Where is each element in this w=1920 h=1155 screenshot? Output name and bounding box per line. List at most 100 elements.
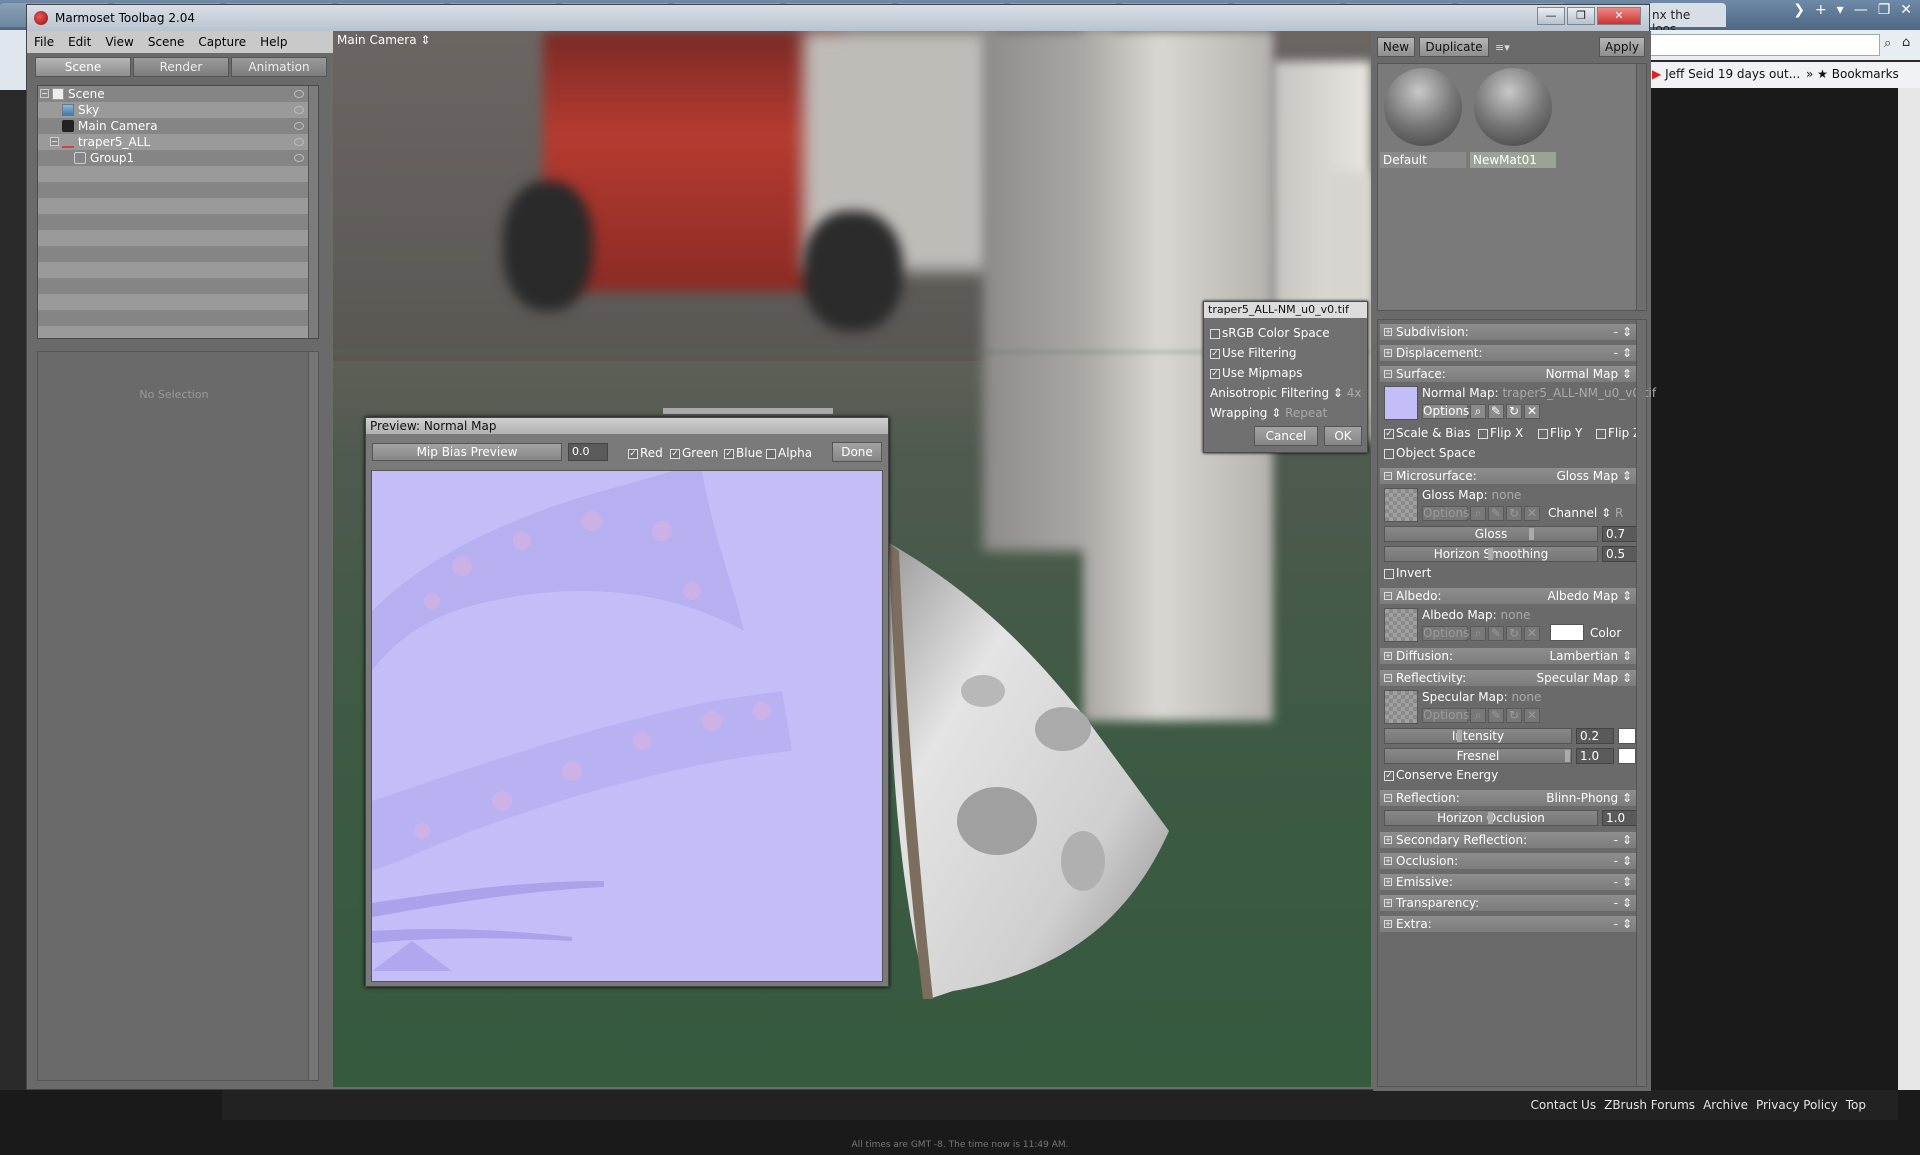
footer-link-archive[interactable]: Archive (1703, 1098, 1748, 1112)
gloss-slider[interactable]: Gloss (1384, 526, 1598, 542)
clear-icon[interactable]: ✕ (1524, 506, 1540, 521)
magnify-icon[interactable]: ⌕ (1470, 708, 1486, 723)
restore-icon[interactable]: ❐ (1878, 2, 1891, 18)
menu-help[interactable]: Help (253, 31, 294, 53)
specular-options-button[interactable]: Options (1422, 708, 1469, 723)
menu-view[interactable]: View (98, 31, 140, 53)
properties-scrollbar[interactable] (1636, 320, 1646, 1086)
horizon-occlusion-slider[interactable]: Horizon Occlusion (1384, 810, 1598, 826)
invert-checkbox[interactable]: Invert (1384, 566, 1431, 580)
channel-red-checkbox[interactable]: ✓ Red (628, 446, 663, 460)
reload-icon[interactable]: ↻ (1506, 708, 1522, 723)
url-input[interactable] (1648, 34, 1880, 56)
section-emissive[interactable]: + Emissive: - ⇕ (1380, 874, 1636, 890)
clear-icon[interactable]: ✕ (1524, 626, 1540, 641)
use-mipmaps-checkbox[interactable]: ✓ Use Mipmaps (1210, 366, 1302, 380)
gloss-value[interactable]: 0.7 (1602, 526, 1640, 542)
eye-icon[interactable] (294, 138, 304, 146)
mip-bias-slider[interactable]: Mip Bias Preview (372, 443, 562, 461)
tree-item-main-camera[interactable]: Main Camera (38, 118, 310, 134)
eye-icon[interactable] (294, 90, 304, 98)
section-extra[interactable]: + Extra: - ⇕ (1380, 916, 1636, 932)
clear-icon[interactable]: ✕ (1524, 404, 1540, 419)
footer-link-forums[interactable]: ZBrush Forums (1604, 1098, 1695, 1112)
wrapping-select[interactable]: Wrapping ⇕ Repeat (1210, 406, 1327, 420)
magnify-icon[interactable]: ⌕ (1470, 404, 1486, 419)
section-subdivision[interactable]: + Subdivision: - ⇕ (1380, 324, 1636, 340)
minimize-icon[interactable]: — (1854, 2, 1868, 18)
channel-alpha-checkbox[interactable]: Alpha (766, 446, 812, 460)
fresnel-slider[interactable]: Fresnel (1384, 748, 1572, 764)
slider-knob[interactable] (1565, 750, 1570, 762)
reload-icon[interactable]: ↻ (1506, 506, 1522, 521)
anisotropic-filtering-select[interactable]: Anisotropic Filtering ⇕ 4x (1210, 386, 1362, 400)
tree-scrollbar[interactable] (308, 86, 318, 338)
magnify-icon[interactable]: ⌕ (1470, 626, 1486, 641)
srgb-checkbox[interactable]: sRGB Color Space (1210, 326, 1330, 340)
section-surface[interactable]: − Surface: Normal Map ⇕ (1380, 366, 1636, 382)
footer-link-privacy[interactable]: Privacy Policy (1756, 1098, 1838, 1112)
section-displacement[interactable]: + Displacement: - ⇕ (1380, 345, 1636, 361)
cancel-button[interactable]: Cancel (1254, 426, 1318, 446)
done-button[interactable]: Done (832, 442, 882, 462)
material-thumb-default[interactable]: Default (1380, 68, 1466, 168)
clear-icon[interactable]: ✕ (1524, 708, 1540, 723)
reload-icon[interactable]: ↻ (1506, 404, 1522, 419)
material-menu-icon[interactable]: ≡▾ (1495, 41, 1510, 54)
tree-item-traper5[interactable]: − traper5_ALL (38, 134, 310, 150)
home-icon[interactable]: ⌂ (1902, 35, 1910, 50)
page-scrollbar[interactable] (1898, 88, 1920, 1155)
horizon-smoothing-slider[interactable]: Horizon Smoothing (1384, 546, 1598, 562)
edit-icon[interactable]: ✎ (1488, 626, 1504, 641)
eye-icon[interactable] (294, 106, 304, 114)
minimize-button[interactable]: — (1537, 7, 1565, 25)
window-titlebar[interactable]: Marmoset Toolbag 2.04 — ❐ ✕ (27, 5, 1649, 31)
albedo-options-button[interactable]: Options (1422, 626, 1469, 641)
section-reflectivity[interactable]: − Reflectivity: Specular Map ⇕ (1380, 670, 1636, 686)
new-material-button[interactable]: New (1377, 37, 1415, 57)
tab-scroll-icon[interactable]: ❯ (1793, 2, 1805, 18)
flip-z-checkbox[interactable]: Flip Z (1596, 426, 1641, 440)
gloss-options-button[interactable]: Options (1422, 506, 1469, 521)
slider-knob[interactable] (1488, 812, 1493, 824)
tree-item-sky[interactable]: Sky (38, 102, 310, 118)
collapse-icon[interactable]: − (50, 137, 59, 146)
camera-selector[interactable]: Main Camera ⇕ (337, 33, 430, 47)
section-transparency[interactable]: + Transparency: - ⇕ (1380, 895, 1636, 911)
normal-map-swatch[interactable] (1384, 386, 1418, 420)
ok-button[interactable]: OK (1324, 426, 1362, 446)
fresnel-value[interactable]: 1.0 (1576, 748, 1614, 764)
normal-options-button[interactable]: Options (1422, 404, 1469, 419)
tree-item-group1[interactable]: Group1 (38, 150, 310, 166)
slider-knob[interactable] (1488, 548, 1493, 560)
new-tab-icon[interactable]: + (1815, 2, 1827, 18)
channel-blue-checkbox[interactable]: ✓ Blue (724, 446, 763, 460)
eye-icon[interactable] (294, 122, 304, 130)
footer-link-contact[interactable]: Contact Us (1531, 1098, 1597, 1112)
menu-scene[interactable]: Scene (141, 31, 192, 53)
channel-green-checkbox[interactable]: ✓ Green (670, 446, 718, 460)
tree-item-scene[interactable]: − Scene (38, 86, 310, 102)
magnify-icon[interactable]: ⌕ (1470, 506, 1486, 521)
section-albedo[interactable]: − Albedo: Albedo Map ⇕ (1380, 588, 1636, 604)
horizon-smoothing-value[interactable]: 0.5 (1602, 546, 1640, 562)
scale-bias-checkbox[interactable]: ✓ Scale & Bias (1384, 426, 1470, 440)
menu-file[interactable]: File (27, 31, 61, 53)
material-thumb-newmat01[interactable]: NewMat01 (1470, 68, 1556, 168)
bookmark-item[interactable]: ▶ Jeff Seid 19 days out... (1652, 67, 1800, 81)
gloss-map-swatch[interactable] (1384, 488, 1418, 522)
search-icon[interactable]: ⌕ (1884, 36, 1891, 51)
use-filtering-checkbox[interactable]: ✓ Use Filtering (1210, 346, 1297, 360)
slider-knob[interactable] (1529, 528, 1534, 540)
specular-map-swatch[interactable] (1384, 690, 1418, 724)
section-microsurface[interactable]: − Microsurface: Gloss Map ⇕ (1380, 468, 1636, 484)
section-occlusion[interactable]: + Occlusion: - ⇕ (1380, 853, 1636, 869)
tab-scene[interactable]: Scene (35, 57, 131, 77)
reload-icon[interactable]: ↻ (1506, 626, 1522, 641)
flip-x-checkbox[interactable]: Flip X (1478, 426, 1523, 440)
close-icon[interactable]: ✕ (1900, 2, 1912, 18)
intensity-color-swatch[interactable] (1618, 728, 1636, 744)
horizon-occlusion-value[interactable]: 1.0 (1602, 810, 1640, 826)
mip-bias-input[interactable]: 0.0 (568, 443, 608, 461)
tab-render[interactable]: Render (133, 57, 229, 77)
